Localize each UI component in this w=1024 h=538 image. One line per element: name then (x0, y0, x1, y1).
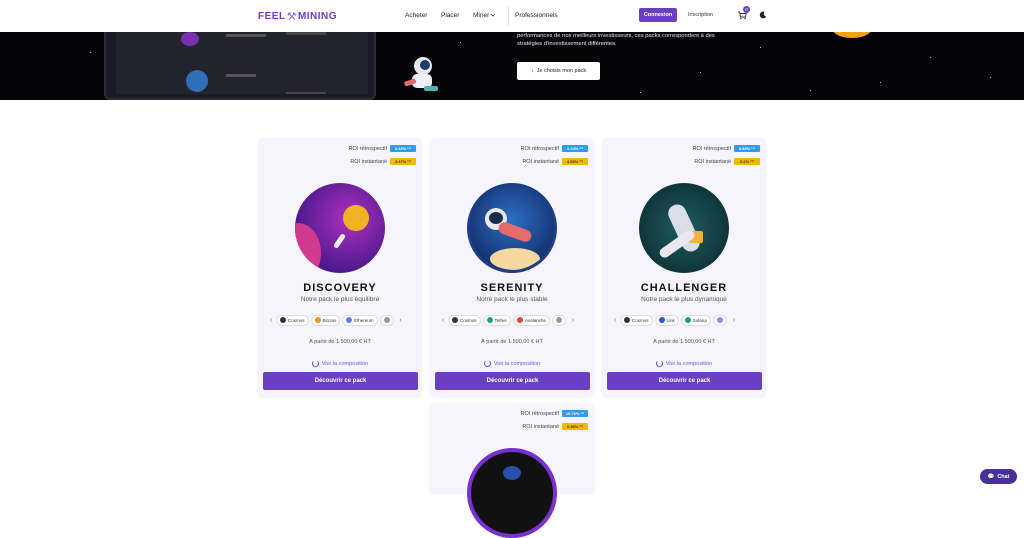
coin-chip: Solana (680, 314, 711, 326)
challenger-emblem-image (639, 183, 729, 273)
coin-chip-partial (551, 314, 566, 326)
roi-retro-row: ROI rétrospectif 9.89% ⁽¹⁾ (692, 145, 760, 152)
chevron-right-icon[interactable]: › (396, 317, 406, 324)
roi-inst-label: ROI instantané (350, 158, 387, 165)
coin-chip: Avalanche (513, 314, 550, 326)
pack-price: À partir de 1.500,00 € HT (653, 339, 715, 345)
roi-inst-label: ROI instantané (522, 158, 559, 165)
coin-chip: Ethereum (342, 314, 378, 326)
coin-chip: Link (654, 314, 679, 326)
chevron-right-icon[interactable]: › (729, 317, 739, 324)
pickaxe-icon: ⚒ (286, 11, 297, 23)
coin-carousel: ‹ Cosmos Tether Avalanche › (438, 313, 586, 327)
chevron-left-icon[interactable]: ‹ (438, 317, 448, 324)
roi-retro-badge: 9.89% ⁽¹⁾ (734, 145, 760, 152)
nav-link-placer[interactable]: Placer (441, 12, 459, 19)
roi-inst-badge: 5.2% ⁽²⁾ (734, 158, 760, 165)
serenity-emblem-image (467, 183, 557, 273)
roi-retro-badge: 0.45% ⁽¹⁾ (390, 145, 416, 152)
coin-chip: Bitcoin (310, 314, 341, 326)
pack-price: À partir de 1.500,00 € HT (309, 339, 371, 345)
roi-inst-label: ROI instantané (694, 158, 731, 165)
pack-card-serenity: ROI rétrospectif 0.24% ⁽¹⁾ ROI instantané… (430, 139, 594, 397)
choose-pack-button[interactable]: ↓ Je choisis mon pack (517, 62, 600, 80)
pack-subtitle: Notre pack le plus stable (476, 296, 548, 303)
view-composition-link[interactable]: Voir la composition (602, 360, 766, 367)
view-composition-link[interactable]: Voir la composition (258, 360, 422, 367)
pack-card-fourth: ROI rétrospectif 10.76% ⁽¹⁾ ROI instantan… (430, 404, 594, 538)
laptop-mockup-image (104, 32, 376, 100)
choose-pack-label: Je choisis mon pack (536, 68, 587, 74)
roi-inst-row: ROI instantané 4.58% ⁽²⁾ (522, 158, 588, 165)
logo-text-left: FEEL (258, 11, 286, 22)
discover-pack-button[interactable]: Découvrir ce pack (263, 372, 418, 390)
nav-link-acheter[interactable]: Acheter (405, 12, 427, 19)
chevron-down-icon[interactable] (490, 12, 496, 18)
discover-pack-button[interactable]: Découvrir ce pack (435, 372, 590, 390)
pack-subtitle: Notre pack le plus équilibré (300, 296, 380, 303)
roi-retro-label: ROI rétrospectif (520, 145, 559, 152)
signup-link[interactable]: Inscription (688, 12, 713, 18)
roi-retro-label: ROI rétrospectif (348, 145, 387, 152)
pack-card-discovery: ROI rétrospectif 0.45% ⁽¹⁾ ROI instantané… (258, 139, 422, 397)
cart-count-badge: 0 (743, 6, 750, 13)
roi-retro-badge: 10.76% ⁽¹⁾ (562, 410, 588, 417)
chevron-left-icon[interactable]: ‹ (266, 317, 276, 324)
chat-label: Chat (997, 473, 1010, 480)
nav-link-miner[interactable]: Miner (473, 12, 489, 19)
coin-chip-partial (379, 314, 394, 326)
pack-title: DISCOVERY (303, 282, 377, 294)
top-nav: FEEL ⚒ MINING Acheter Placer Miner Profess… (0, 0, 1024, 32)
roi-retro-label: ROI rétrospectif (692, 145, 731, 152)
coin-carousel: ‹ Cosmos Bitcoin Ethereum › (266, 313, 414, 327)
roi-retro-row: ROI rétrospectif 10.76% ⁽¹⁾ (520, 410, 588, 417)
login-button[interactable]: Connexion (639, 8, 677, 22)
discover-pack-button[interactable]: Découvrir ce pack (607, 372, 762, 390)
coin-carousel: ‹ Cosmos Link Solana › (610, 313, 758, 327)
roi-retro-row: ROI rétrospectif 0.45% ⁽¹⁾ (348, 145, 416, 152)
pack-card-challenger: ROI rétrospectif 9.89% ⁽¹⁾ ROI instantané… (602, 139, 766, 397)
view-composition-link[interactable]: Voir la composition (430, 360, 594, 367)
feelmining-logo[interactable]: FEEL ⚒ MINING (258, 10, 337, 23)
coin-chip: Cosmos (276, 314, 309, 326)
logo-text-right: MINING (297, 11, 338, 22)
hero-description: performances de nos meilleurs investisse… (517, 33, 715, 47)
pack-subtitle: Notre pack le plus dynamique (641, 296, 727, 303)
chart-ring-icon (483, 360, 491, 367)
roi-retro-label: ROI rétrospectif (520, 410, 559, 417)
roi-inst-badge: 3.47% ⁽²⁾ (390, 158, 416, 165)
coin-chip: Tether (482, 314, 512, 326)
chat-button[interactable]: 💬 Chat (980, 469, 1017, 484)
astronaut-illustration (404, 57, 438, 91)
coin-chip-partial (712, 314, 727, 326)
discovery-emblem-image (295, 183, 385, 273)
chevron-left-icon[interactable]: ‹ (610, 317, 620, 324)
pack-price: À partir de 1.500,00 € HT (481, 339, 543, 345)
nav-divider (508, 7, 509, 25)
pack-title: SERENITY (480, 282, 544, 294)
roi-retro-row: ROI rétrospectif 0.24% ⁽¹⁾ (520, 145, 588, 152)
coin-chip: Cosmos (448, 314, 481, 326)
chart-ring-icon (655, 360, 663, 367)
roi-inst-row: ROI instantané 6.36% ⁽²⁾ (522, 423, 588, 430)
chart-ring-icon (311, 360, 319, 367)
pack-title: CHALLENGER (640, 282, 728, 294)
arrow-down-icon: ↓ (530, 68, 534, 74)
roi-retro-badge: 0.24% ⁽¹⁾ (562, 145, 588, 152)
dark-mode-icon[interactable] (759, 11, 767, 19)
chevron-right-icon[interactable]: › (568, 317, 578, 324)
planet-decoration (832, 32, 872, 38)
fourth-pack-emblem-image (467, 448, 557, 538)
hero-banner: performances de nos meilleurs investisse… (0, 32, 1024, 100)
roi-inst-row: ROI instantané 3.47% ⁽²⁾ (350, 158, 416, 165)
roi-inst-row: ROI instantané 5.2% ⁽²⁾ (694, 158, 760, 165)
roi-inst-label: ROI instantané (522, 423, 559, 430)
chat-bubble-icon: 💬 (987, 473, 995, 480)
coin-chip: Cosmos (620, 314, 653, 326)
roi-inst-badge: 6.36% ⁽²⁾ (562, 423, 588, 430)
nav-link-professionnels[interactable]: Professionnels (515, 12, 558, 19)
roi-inst-badge: 4.58% ⁽²⁾ (562, 158, 588, 165)
